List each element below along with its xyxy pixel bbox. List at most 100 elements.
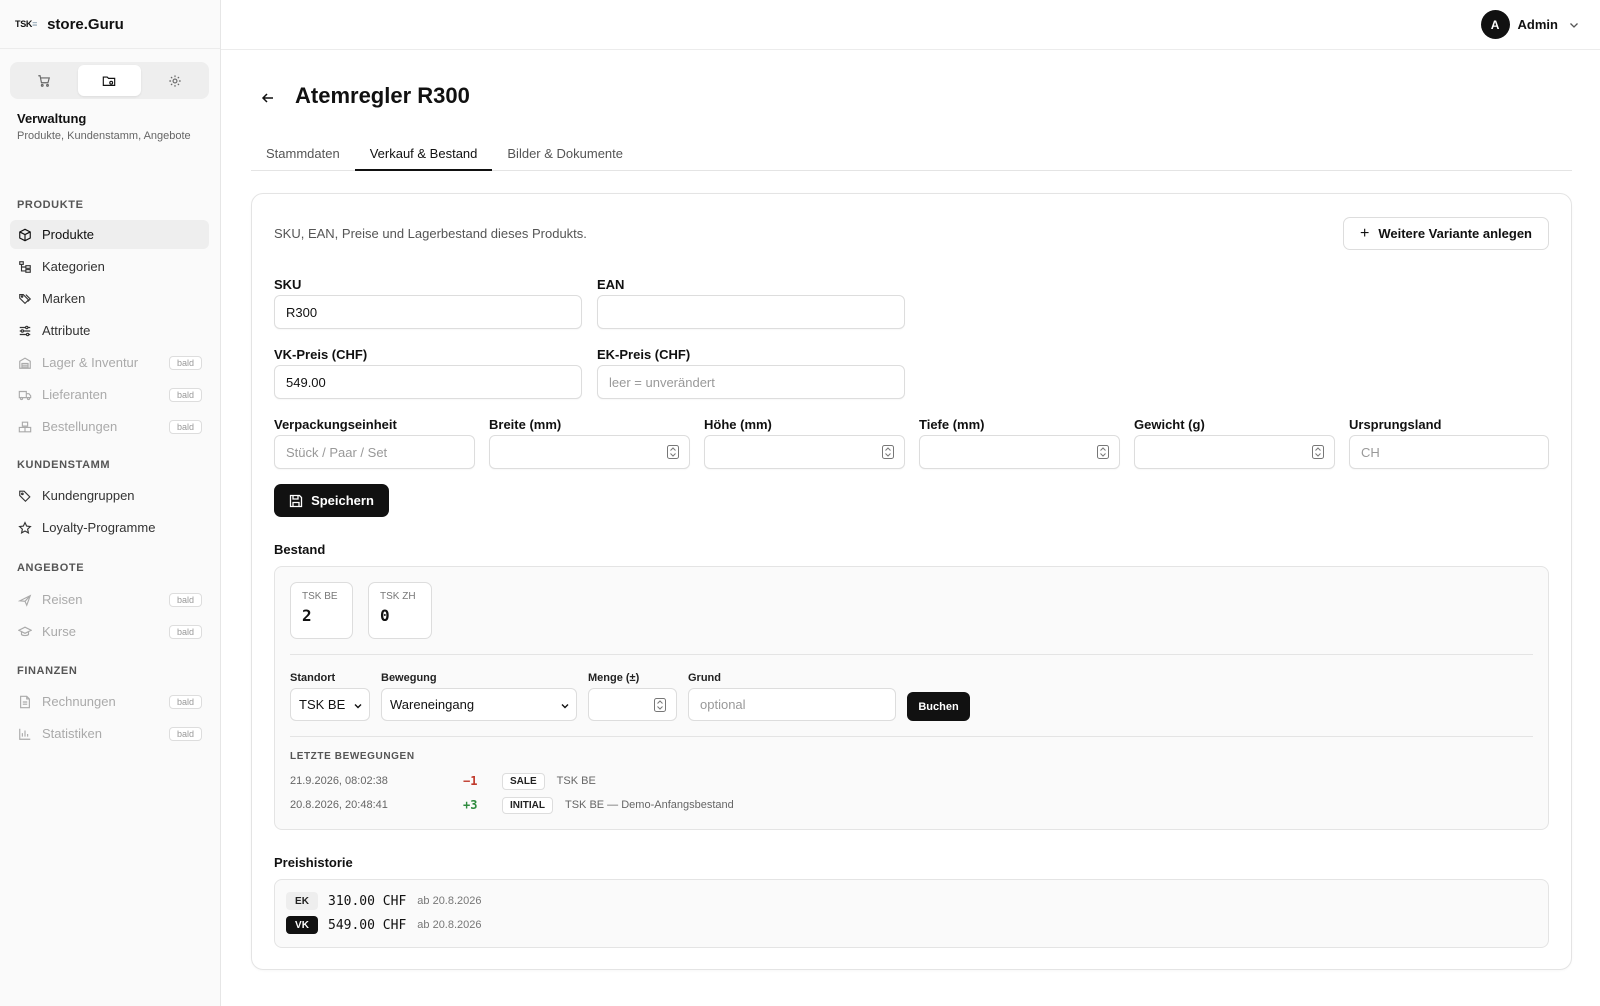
location-select-label: Standort [290,672,336,684]
brand-logo: TSK≡ [15,19,38,29]
folder-settings-icon [103,75,116,86]
location-qty: 2 [302,606,312,625]
sidebar-item-label: Attribute [42,323,91,338]
stock-location-card: TSK ZH 0 [368,582,432,639]
height-label: Höhe (mm) [704,417,772,432]
ean-label: EAN [597,277,625,292]
sidebar-item-label: Statistiken [42,726,102,741]
boxes-icon [17,419,33,435]
admin-mode-button[interactable] [78,65,141,96]
vk-price-label: VK-Preis (CHF) [274,347,368,362]
sidebar-item-kurse[interactable]: Kurse bald [10,617,209,646]
quantity-stepper[interactable] [588,688,677,721]
sidebar-item-bestellungen[interactable]: Bestellungen bald [10,412,209,441]
depth-input[interactable] [919,435,1120,469]
coming-soon-badge: bald [168,387,202,402]
coming-soon-badge: bald [168,592,202,607]
sidebar-item-kundengruppen[interactable]: Kundengruppen [10,481,209,510]
page-title: Atemregler R300 [295,83,470,108]
movement-row: 21.9.2026, 08:02:38 −1 SALE TSK BE [290,771,596,791]
sidebar-item-label: Rechnungen [42,694,116,709]
depth-label: Tiefe (mm) [919,417,985,432]
tab-bilder-dokumente[interactable]: Bilder & Dokumente [492,140,638,171]
plus-icon: + [1359,224,1370,242]
sidebar-item-reisen[interactable]: Reisen bald [10,585,209,614]
cart-icon [38,74,51,87]
sidebar-item-statistiken[interactable]: Statistiken bald [10,719,209,748]
location-select[interactable]: TSK BE [290,688,370,721]
chevron-down-icon [561,704,569,709]
ek-price-input[interactable]: leer = unverändert [597,365,905,399]
divider [290,654,1533,655]
coming-soon-badge: bald [168,624,202,639]
price-type-badge: EK [286,892,318,910]
chart-icon [17,726,33,742]
add-variant-button[interactable]: + Weitere Variante anlegen [1343,217,1549,250]
tab-bar: Stammdaten Verkauf & Bestand Bilder & Do… [251,140,1572,171]
nav-group-angebote: ANGEBOTE [17,562,85,574]
truck-icon [17,387,33,403]
sidebar-item-produkte[interactable]: Produkte [10,220,209,249]
height-input[interactable] [704,435,905,469]
price-history-title: Preishistorie [274,855,353,870]
divider [290,736,1533,737]
price-type-badge: VK [286,916,318,934]
sidebar-item-kategorien[interactable]: Kategorien [10,252,209,281]
graduation-icon [17,624,33,640]
price-value: 549.00 CHF [328,917,407,933]
stepper-icon [1097,445,1109,459]
user-menu[interactable]: A Admin [1480,10,1580,39]
sidebar-item-marken[interactable]: Marken [10,284,209,313]
brand[interactable]: TSK≡ store.Guru [0,0,220,49]
coming-soon-badge: bald [168,726,202,741]
movement-select[interactable]: Wareneingang [381,688,577,721]
origin-country-input[interactable]: CH [1349,435,1549,469]
ean-input[interactable] [597,295,905,329]
tag-icon [17,488,33,504]
stock-location-card: TSK BE 2 [290,582,353,639]
location-qty: 0 [380,606,390,625]
section-title: Verwaltung [17,111,87,126]
warehouse-icon [17,355,33,371]
invoice-icon [17,694,33,710]
shop-mode-button[interactable] [13,65,75,96]
book-button[interactable]: Buchen [907,692,970,721]
sidebar-item-label: Reisen [42,592,83,607]
coming-soon-badge: bald [168,355,202,370]
stock-title: Bestand [274,542,326,557]
sidebar-item-attribute[interactable]: Attribute [10,316,209,345]
packaging-unit-input[interactable]: Stück / Paar / Set [274,435,475,469]
vk-price-input[interactable]: 549.00 [274,365,582,399]
sidebar-item-lager-inventur[interactable]: Lager & Inventur bald [10,348,209,377]
price-history-row: VK 549.00 CHF ab 20.8.2026 [286,915,482,935]
quantity-label: Menge (±) [588,672,640,684]
location-name: TSK BE [302,591,338,602]
box-icon [17,227,33,243]
tab-stammdaten[interactable]: Stammdaten [251,140,355,171]
sidebar-item-lieferanten[interactable]: Lieferanten bald [10,380,209,409]
reason-input[interactable]: optional [688,688,896,721]
movement-select-label: Bewegung [381,672,437,684]
section-intro: Verwaltung Produkte, Kundenstamm, Angebo… [17,111,207,144]
sidebar-item-rechnungen[interactable]: Rechnungen bald [10,687,209,716]
sidebar-item-label: Loyalty-Programme [42,520,156,535]
movement-delta: +3 [463,798,478,812]
sidebar-item-loyalty[interactable]: Loyalty-Programme [10,513,209,542]
card-description: SKU, EAN, Preise und Lagerbestand dieses… [274,226,587,241]
movement-select-value: Wareneingang [390,697,475,712]
width-input[interactable] [489,435,690,469]
save-label: Speichern [311,493,374,508]
stepper-icon [1312,445,1324,459]
reason-label: Grund [688,672,721,684]
sidebar-item-label: Produkte [42,227,95,242]
back-button[interactable] [258,88,278,108]
stepper-icon [882,445,894,459]
save-button[interactable]: Speichern [274,484,389,517]
tab-verkauf-bestand[interactable]: Verkauf & Bestand [354,140,493,171]
price-value: 310.00 CHF [328,893,407,909]
sku-input[interactable]: R300 [274,295,582,329]
movement-info: TSK BE — Demo-Anfangsbestand [565,799,734,811]
settings-mode-button[interactable] [144,65,206,96]
weight-input[interactable] [1134,435,1335,469]
sidebar: TSK≡ store.Guru Verwaltung Produkte, Kun… [0,0,221,1006]
